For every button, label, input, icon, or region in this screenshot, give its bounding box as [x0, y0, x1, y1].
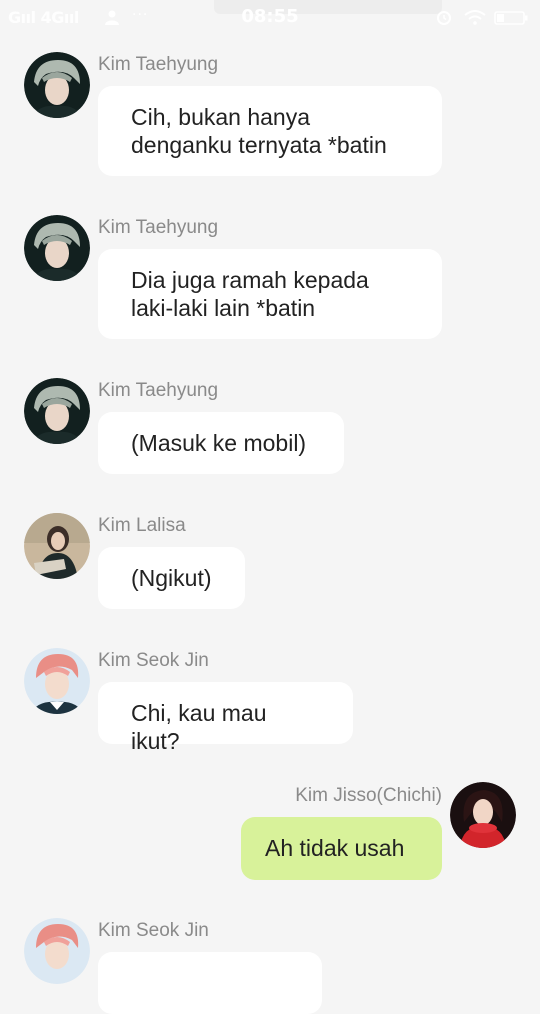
- alarm-icon: [437, 11, 451, 25]
- sender-name: Kim Seok Jin: [98, 920, 209, 941]
- message-bubble[interactable]: [98, 952, 322, 1014]
- taehyung-avatar[interactable]: [24, 215, 90, 281]
- message-bubble[interactable]: Ah tidak usah: [241, 817, 442, 880]
- clock: 08:55: [241, 6, 299, 27]
- sender-name: Kim Seok Jin: [98, 650, 209, 671]
- jisoo-avatar[interactable]: [450, 782, 516, 848]
- battery-icon: [494, 11, 528, 25]
- message-bubble[interactable]: Cih, bukan hanya denganku ternyata *bati…: [98, 86, 442, 176]
- taehyung-avatar[interactable]: [24, 52, 90, 118]
- sender-name: Kim Taehyung: [98, 380, 219, 401]
- lalisa-avatar[interactable]: [24, 513, 90, 579]
- message-bubble[interactable]: Dia juga ramah kepada laki-laki lain *ba…: [98, 249, 442, 339]
- sender-name: Kim Taehyung: [98, 217, 219, 238]
- seokjin-avatar[interactable]: [24, 648, 90, 714]
- wifi-icon: [464, 10, 486, 25]
- sender-name: Kim Lalisa: [98, 515, 186, 536]
- taehyung-avatar[interactable]: [24, 378, 90, 444]
- status-bar: Gııl 4Gııl ··· 08:55: [0, 0, 540, 36]
- seokjin-avatar[interactable]: [24, 918, 90, 984]
- message-bubble[interactable]: (Ngikut): [98, 547, 245, 609]
- sender-name: Kim Jisso(Chichi): [295, 785, 442, 806]
- sender-name: Kim Taehyung: [98, 54, 219, 75]
- message-bubble[interactable]: (Masuk ke mobil): [98, 412, 344, 474]
- message-bubble[interactable]: Chi, kau mau ikut?: [98, 682, 353, 754]
